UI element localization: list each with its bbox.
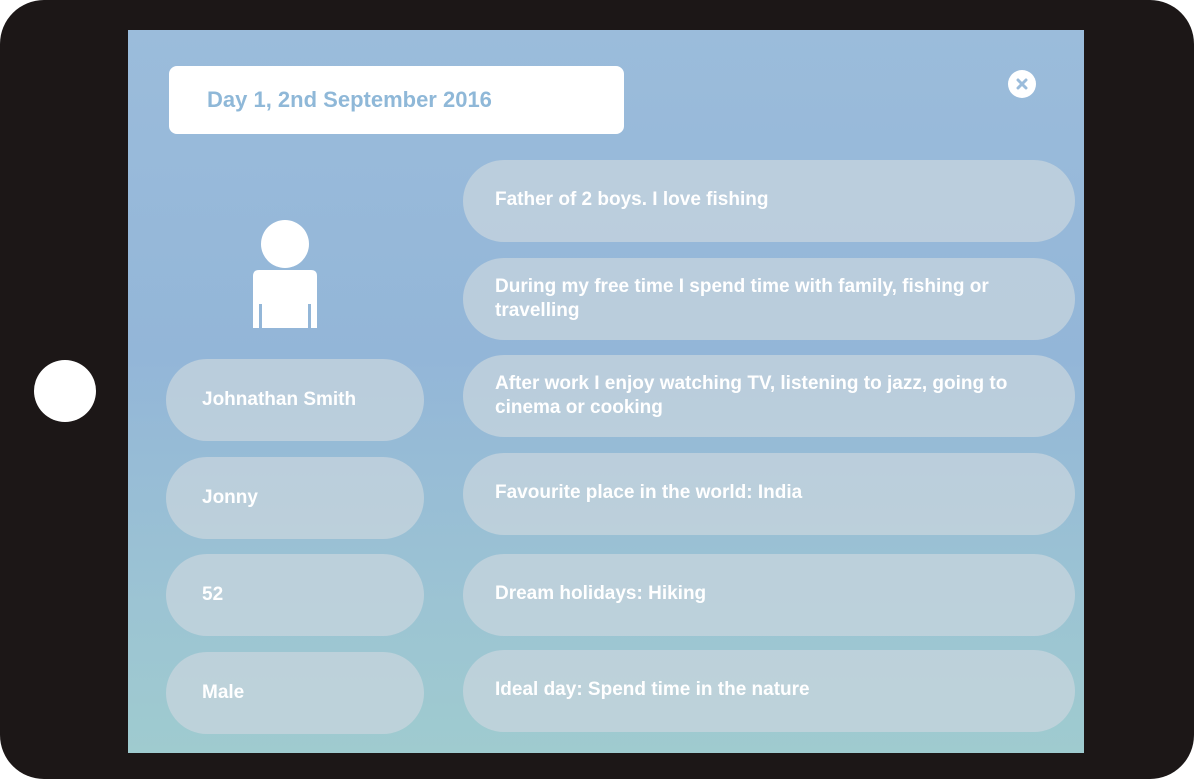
- age-value: 52: [202, 584, 224, 605]
- full-name-field[interactable]: Johnathan Smith: [166, 359, 424, 441]
- person-icon: [253, 220, 317, 328]
- age-field[interactable]: 52: [166, 554, 424, 636]
- home-button[interactable]: [34, 360, 96, 422]
- fact-text: During my free time I spend time with fa…: [495, 276, 989, 321]
- fact-item[interactable]: During my free time I spend time with fa…: [463, 258, 1075, 340]
- fact-item[interactable]: Ideal day: Spend time in the nature: [463, 650, 1075, 732]
- nickname-field[interactable]: Jonny: [166, 457, 424, 539]
- date-label: Day 1, 2nd September 2016: [207, 87, 492, 112]
- profile-screen: Day 1, 2nd September 2016 Johnathan Smit…: [128, 30, 1084, 753]
- date-header: Day 1, 2nd September 2016: [169, 66, 624, 134]
- gender-value: Male: [202, 682, 245, 703]
- fact-text: Dream holidays: Hiking: [495, 583, 707, 604]
- tablet-frame: Day 1, 2nd September 2016 Johnathan Smit…: [0, 0, 1194, 779]
- nickname-value: Jonny: [202, 487, 258, 508]
- close-button[interactable]: [1008, 70, 1036, 98]
- fact-text: Ideal day: Spend time in the nature: [495, 679, 810, 700]
- close-icon: [1016, 78, 1028, 90]
- fact-text: Father of 2 boys. I love fishing: [495, 189, 769, 210]
- fact-item[interactable]: Favourite place in the world: India: [463, 453, 1075, 535]
- fact-item[interactable]: After work I enjoy watching TV, listenin…: [463, 355, 1075, 437]
- fact-item[interactable]: Dream holidays: Hiking: [463, 554, 1075, 636]
- fact-text: Favourite place in the world: India: [495, 482, 803, 503]
- fact-item[interactable]: Father of 2 boys. I love fishing: [463, 160, 1075, 242]
- fact-text: After work I enjoy watching TV, listenin…: [495, 373, 1008, 418]
- full-name-value: Johnathan Smith: [202, 389, 357, 410]
- gender-field[interactable]: Male: [166, 652, 424, 734]
